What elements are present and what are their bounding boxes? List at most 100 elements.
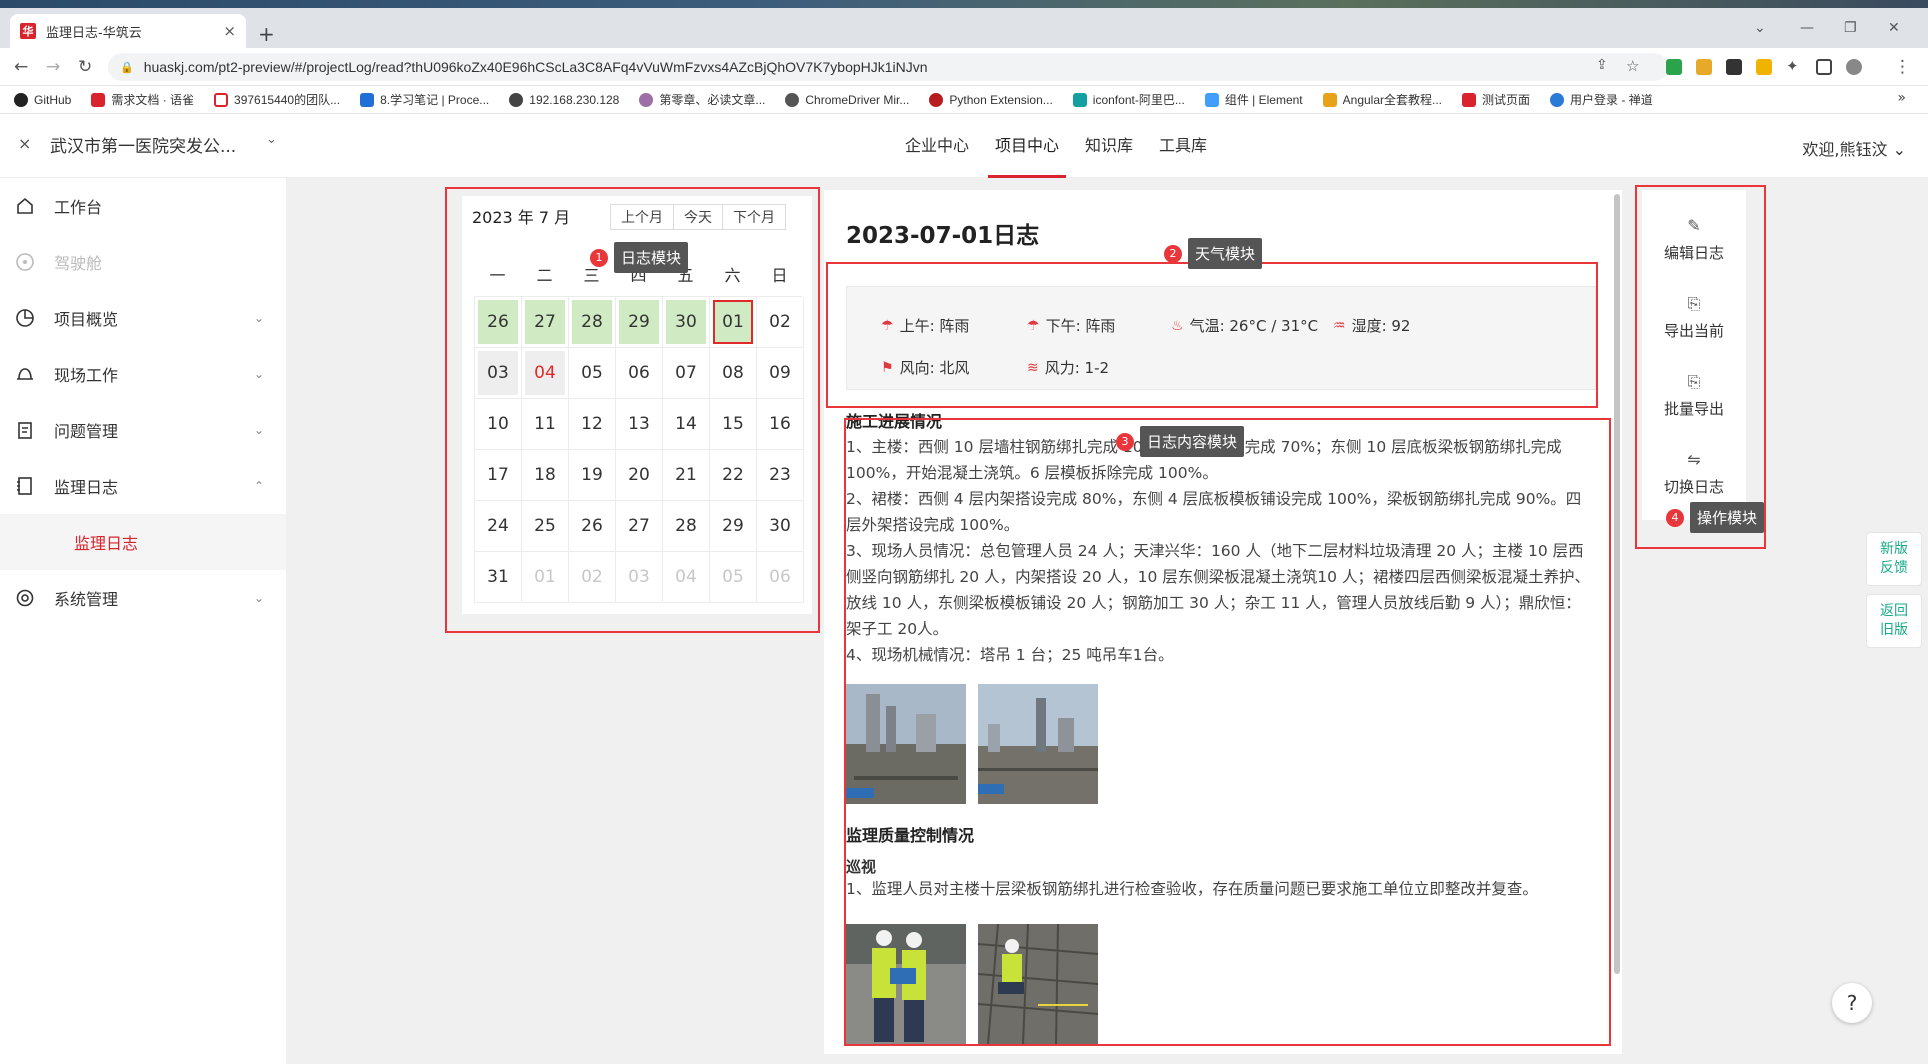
tab-title: 监理日志-华筑云 [46, 25, 142, 41]
new-tab-plus-icon[interactable]: + [258, 22, 275, 46]
sidebar-item-overview[interactable]: 项目概览 ⌄ [0, 290, 286, 346]
bookmark-star-icon[interactable]: ☆ [1626, 57, 1639, 75]
sidebar: 工作台 驾驶舱 项目概览 ⌄ 现场工作 ⌄ 问题管理 ⌄ 监理日志 ⌃ 监理日志… [0, 178, 286, 1064]
chevron-down-icon: ⌄ [253, 591, 264, 605]
pie-chart-icon [14, 307, 36, 329]
nav-project-center[interactable]: 项目中心 [982, 114, 1072, 178]
angular-folder-icon [1322, 92, 1337, 107]
sidebar-item-label: 现场工作 [54, 366, 119, 385]
browser-menu-icon[interactable]: ⋮ [1894, 57, 1911, 77]
reload-icon[interactable]: ↻ [78, 57, 92, 77]
extension-shield-icon[interactable] [1666, 59, 1682, 75]
bookmark-item[interactable]: iconfont-阿里巴... [1072, 91, 1185, 108]
chevron-down-icon: ⌄ [1892, 140, 1906, 159]
annotation-tag-2: 2 天气模块 [1164, 238, 1263, 269]
app-header: × 武汉市第一医院突发公... ⌄ 企业中心 项目中心 知识库 工具库 欢迎,熊… [0, 114, 1928, 178]
forward-arrow-icon[interactable]: → [46, 57, 60, 77]
bookmarks-bar: GitHub 需求文档 · 语雀 397615440的团队... 8.学习笔记 … [0, 86, 1928, 114]
feedback-line2: 反馈 [1880, 560, 1908, 576]
sidebar-item-system[interactable]: 系统管理 ⌄ [0, 570, 286, 626]
browser-tab[interactable]: 华 监理日志-华筑云 × [10, 14, 246, 48]
sidebar-item-issues[interactable]: 问题管理 ⌄ [0, 402, 286, 458]
scroll-thumb[interactable] [1614, 194, 1620, 974]
extensions-puzzle-icon[interactable]: ✦ [1786, 57, 1799, 75]
annotation-label: 日志模块 [614, 242, 689, 273]
close-icon[interactable]: × [18, 134, 31, 153]
bookmark-item[interactable]: 组件 | Element [1204, 91, 1303, 108]
lock-icon: 🔒 [120, 60, 134, 74]
back-line2: 旧版 [1880, 622, 1908, 638]
github-icon [14, 92, 28, 107]
annotation-label: 日志内容模块 [1140, 426, 1245, 457]
annotation-number: 3 [1116, 432, 1134, 451]
minimize-icon[interactable]: — [1800, 20, 1814, 36]
annotation-box-operations [1635, 185, 1766, 549]
nav-knowledge-base[interactable]: 知识库 [1072, 114, 1146, 178]
bookmark-item[interactable]: Python Extension... [929, 92, 1053, 107]
tab-search-chevron-icon[interactable]: ⌄ [1754, 20, 1766, 36]
bookmark-item[interactable]: 192.168.230.128 [509, 92, 619, 107]
bookmark-item[interactable]: ChromeDriver Mir... [785, 92, 909, 107]
feedback-line1: 新版 [1880, 541, 1908, 557]
window-close-icon[interactable]: ✕ [1888, 20, 1900, 36]
bookmarks-more-icon[interactable]: » [1897, 90, 1906, 106]
chevron-up-icon: ⌃ [253, 479, 264, 493]
bookmark-item[interactable]: 需求文档 · 语雀 [91, 91, 194, 108]
extension-hat-icon[interactable] [1696, 59, 1712, 75]
sidebar-item-supervision-log[interactable]: 监理日志 ⌃ [0, 458, 286, 514]
annotation-box-content [844, 418, 1611, 1046]
tab-close-icon[interactable]: × [223, 22, 236, 40]
steering-icon [14, 251, 36, 273]
address-bar: ← → ↻ 🔒 huaskj.com/pt2-preview/#/project… [0, 48, 1928, 86]
sidebar-item-label: 项目概览 [54, 310, 119, 329]
sidebar-item-fieldwork[interactable]: 现场工作 ⌄ [0, 346, 286, 402]
chevron-down-icon: ⌄ [253, 367, 264, 381]
profile-avatar-icon[interactable] [1846, 59, 1862, 75]
user-menu[interactable]: 欢迎,熊钰汶 ⌄ [1802, 136, 1906, 160]
bookmark-item[interactable]: GitHub [14, 92, 71, 107]
browser-tab-bar: 华 监理日志-华筑云 × + ⌄ — ❐ ✕ [0, 8, 1928, 48]
sidebar-item-cockpit: 驾驶舱 [0, 234, 286, 290]
restore-icon[interactable]: ❐ [1844, 20, 1857, 36]
side-panel-icon[interactable] [1816, 59, 1832, 75]
annotation-number: 4 [1666, 508, 1684, 527]
annotation-label: 天气模块 [1188, 238, 1263, 269]
nav-enterprise-center[interactable]: 企业中心 [892, 114, 982, 178]
clipboard-icon [14, 419, 36, 441]
new-version-feedback-button[interactable]: 新版 反馈 [1866, 532, 1922, 586]
back-to-old-version-button[interactable]: 返回 旧版 [1866, 594, 1922, 648]
bookmark-item[interactable]: Angular全套教程... [1322, 91, 1442, 108]
help-button[interactable]: ? [1832, 983, 1872, 1023]
chrome-icon [785, 92, 800, 107]
bookmark-item[interactable]: 测试页面 [1462, 91, 1530, 108]
mail-icon [214, 92, 229, 107]
content-scrollbar[interactable] [1612, 190, 1622, 1054]
project-selector[interactable]: 武汉市第一医院突发公... [50, 132, 236, 157]
home-icon [14, 195, 36, 217]
bookmark-item[interactable]: 用户登录 - 禅道 [1550, 91, 1653, 108]
globe-icon [509, 92, 524, 107]
bookmark-item[interactable]: 397615440的团队... [214, 91, 340, 108]
chevron-down-icon[interactable]: ⌄ [266, 132, 277, 147]
sidebar-item-workbench[interactable]: 工作台 [0, 178, 286, 234]
annotation-label: 操作模块 [1690, 502, 1765, 533]
share-icon[interactable]: ⇪ [1596, 57, 1608, 73]
chevron-down-icon: ⌄ [253, 423, 264, 437]
annotation-tag-3: 3 日志内容模块 [1116, 426, 1245, 457]
sidebar-item-label: 驾驶舱 [54, 254, 103, 273]
extension-translate-icon[interactable] [1756, 59, 1772, 75]
url-field[interactable]: 🔒 huaskj.com/pt2-preview/#/projectLog/re… [108, 53, 1668, 81]
extension-game-icon[interactable] [1726, 59, 1742, 75]
site-favicon-icon: 华 [20, 23, 36, 39]
sidebar-item-label: 工作台 [54, 198, 103, 217]
annotation-box-weather [826, 262, 1598, 408]
bookmark-item[interactable]: 第零章、必读文章... [639, 91, 765, 108]
nav-tool-library[interactable]: 工具库 [1146, 114, 1220, 178]
sidebar-subitem-supervision-log[interactable]: 监理日志 [0, 514, 286, 570]
bookmark-item[interactable]: 8.学习笔记 | Proce... [360, 91, 489, 108]
test-page-icon [1462, 92, 1477, 107]
onenote-icon [360, 92, 375, 107]
back-arrow-icon[interactable]: ← [14, 57, 28, 77]
log-title: 2023-07-01日志 [846, 223, 1040, 249]
welcome-text: 欢迎,熊钰汶 [1802, 140, 1888, 159]
